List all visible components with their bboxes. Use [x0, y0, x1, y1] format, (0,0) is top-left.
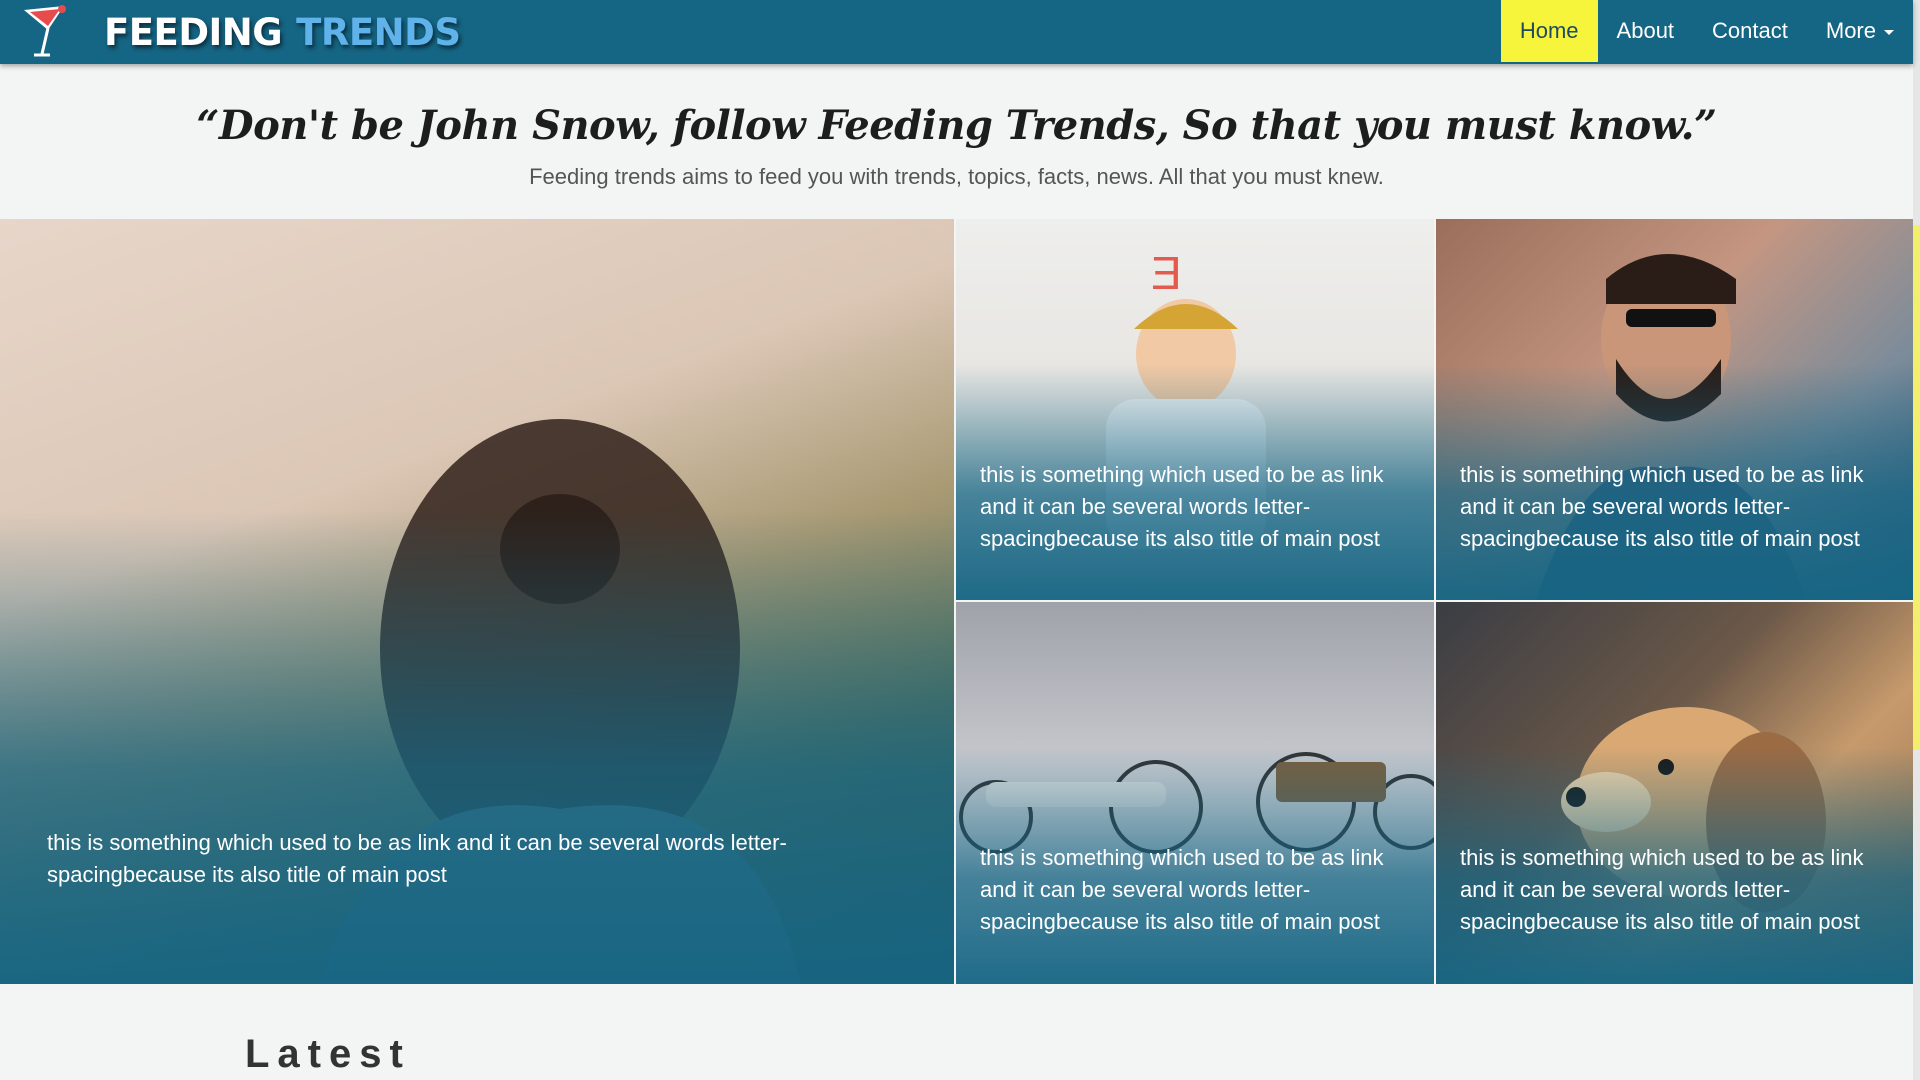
- scrollbar-thumb[interactable]: [1913, 225, 1920, 750]
- nav-more-dropdown[interactable]: More: [1807, 0, 1913, 62]
- nav-more-label: More: [1825, 18, 1876, 43]
- featured-post-main[interactable]: this is something which used to be as li…: [0, 219, 954, 984]
- nav-home[interactable]: Home: [1500, 0, 1598, 62]
- main-nav: Home About Contact More: [1500, 0, 1913, 64]
- post-title-link[interactable]: this is something which used to be as li…: [980, 459, 1420, 555]
- hero-tagline: Feeding trends aims to feed you with tre…: [529, 164, 1384, 189]
- nav-about[interactable]: About: [1598, 0, 1694, 62]
- featured-post-4[interactable]: this is something which used to be as li…: [956, 602, 1434, 984]
- hero-quote: “Don't be John Snow, follow Feeding Tren…: [196, 102, 1717, 149]
- navbar: FEEDING TRENDS Home About Contact More: [0, 0, 1913, 64]
- featured-posts-grid: this is something which used to be as li…: [0, 219, 1913, 984]
- post-title-link[interactable]: this is something which used to be as li…: [1460, 842, 1900, 938]
- brand-logo[interactable]: FEEDING TRENDS: [20, 0, 461, 64]
- featured-post-5[interactable]: this is something which used to be as li…: [1436, 602, 1913, 984]
- post-title-link[interactable]: this is something which used to be as li…: [980, 842, 1420, 938]
- svg-text:Ǝ: Ǝ: [1151, 247, 1182, 299]
- nav-contact[interactable]: Contact: [1693, 0, 1807, 62]
- brand-word-feeding: FEEDING: [104, 10, 283, 54]
- post-title-link[interactable]: this is something which used to be as li…: [47, 827, 867, 891]
- featured-post-2[interactable]: Ǝ this is something which used to be as …: [956, 219, 1434, 600]
- latest-heading: Latest: [245, 1032, 411, 1076]
- hero-section: “Don't be John Snow, follow Feeding Tren…: [0, 64, 1913, 219]
- page-scrollbar[interactable]: [1913, 0, 1920, 1080]
- featured-post-3[interactable]: this is something which used to be as li…: [1436, 219, 1913, 600]
- cocktail-glass-icon: [24, 5, 66, 57]
- caret-down-icon: [1884, 30, 1894, 35]
- post-title-link[interactable]: this is something which used to be as li…: [1460, 459, 1900, 555]
- brand-word-trends: TRENDS: [296, 10, 461, 54]
